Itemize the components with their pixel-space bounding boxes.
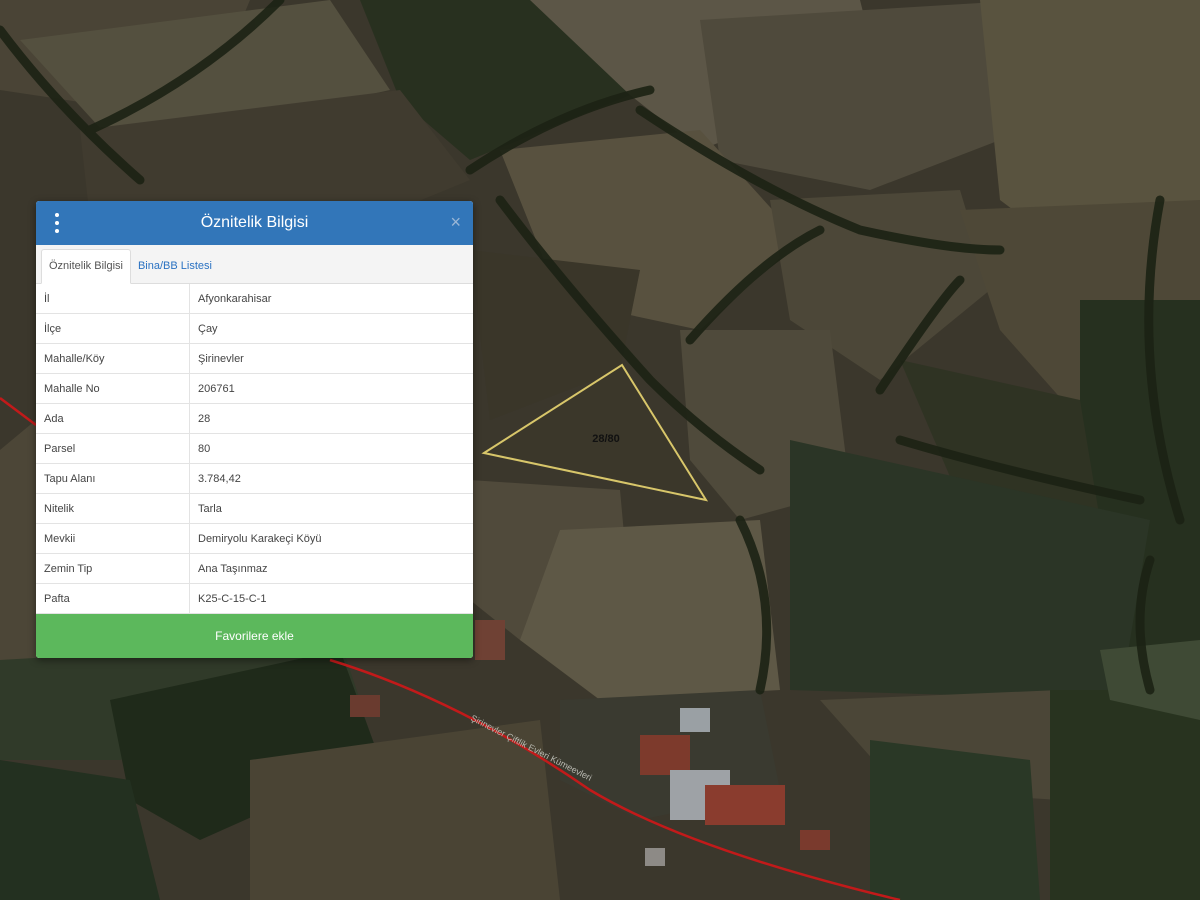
table-row: Pafta K25-C-15-C-1 [36,583,473,614]
attribute-value: 206761 [189,373,473,404]
attribute-value: 80 [189,433,473,464]
attribute-value: Tarla [189,493,473,524]
attribute-key: Mahalle/Köy [36,343,190,374]
attribute-key: Ada [36,403,190,434]
attribute-value: Şirinevler [189,343,473,374]
attribute-value: Ana Taşınmaz [189,553,473,584]
parcel-label: 28/80 [592,433,620,445]
table-row: Mahalle/Köy Şirinevler [36,343,473,374]
tab-building-list[interactable]: Bina/BB Listesi [131,250,219,283]
table-row: Parsel 80 [36,433,473,464]
table-row: Mevkii Demiryolu Karakeçi Köyü [36,523,473,554]
attribute-table: İl Afyonkarahisar İlçe Çay Mahalle/Köy Şirine… [36,284,473,614]
add-to-favorites-button[interactable]: Favorilere ekle [36,614,473,658]
table-row: Tapu Alanı 3.784,42 [36,463,473,494]
attribute-key: Nitelik [36,493,190,524]
attribute-key: Zemin Tip [36,553,190,584]
table-row: İl Afyonkarahisar [36,284,473,314]
table-row: Ada 28 [36,403,473,434]
close-icon[interactable]: × [450,211,461,233]
attribute-key: İlçe [36,313,190,344]
panel-header: Öznitelik Bilgisi × [36,201,473,245]
table-row: İlçe Çay [36,313,473,344]
attribute-value: 3.784,42 [189,463,473,494]
vertical-dots-icon[interactable] [50,213,64,233]
table-row: Mahalle No 206761 [36,373,473,404]
attribute-key: Mahalle No [36,373,190,404]
attribute-key: Tapu Alanı [36,463,190,494]
tab-attribute-info[interactable]: Öznitelik Bilgisi [41,249,131,284]
attribute-key: Pafta [36,583,190,614]
table-row: Zemin Tip Ana Taşınmaz [36,553,473,584]
attribute-value: 28 [189,403,473,434]
attribute-value: Afyonkarahisar [189,284,473,314]
attribute-value: Çay [189,313,473,344]
table-row: Nitelik Tarla [36,493,473,524]
panel-title: Öznitelik Bilgisi [200,214,309,231]
tab-bar: Öznitelik Bilgisi Bina/BB Listesi [36,245,473,284]
attribute-key: Parsel [36,433,190,464]
attribute-value: K25-C-15-C-1 [189,583,473,614]
attribute-key: İl [36,284,190,314]
attribute-key: Mevkii [36,523,190,554]
attribute-value: Demiryolu Karakeçi Köyü [189,523,473,554]
attribute-info-panel: Öznitelik Bilgisi × Öznitelik Bilgisi Bin… [36,201,473,658]
